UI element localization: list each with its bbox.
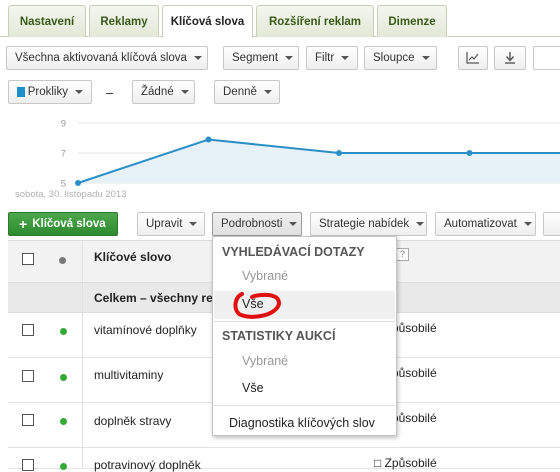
plus-icon: + [19,216,28,232]
chevron-down-icon [523,222,532,226]
period-dropdown[interactable]: Denně [214,80,280,104]
row-checkbox[interactable] [22,459,34,471]
chevron-down-icon [193,56,202,60]
auction-stats-header: STATISTIKY AUKCÍ [222,329,336,343]
status-header-icon [59,257,66,264]
columns-dropdown[interactable]: Sloupce [364,46,437,70]
add-keyword-button[interactable]: + Klíčová slova [8,212,118,236]
tab-keywords[interactable]: Klíčová slova [162,5,253,38]
bid-strategy-dropdown[interactable]: Strategie nabídek [310,212,427,236]
total-label: Celkem – všechny re [94,291,213,305]
keyword-cell[interactable]: multivitaminy [94,368,163,382]
metric-separator: – [106,85,114,100]
menu-divider [214,405,395,406]
column-divider [82,448,83,468]
edit-label: Upravit [146,218,183,230]
search-queries-selected-item[interactable]: Vybrané [242,269,288,283]
chevron-down-icon [75,90,83,94]
filter-label: Filtr [315,52,335,64]
row-checkbox[interactable] [22,414,34,426]
keyword-filter-label: Všechna aktivovaná klíčová slova [15,52,187,64]
enabled-status-icon[interactable] [60,374,67,381]
search-input[interactable] [533,46,560,70]
data-point [205,136,212,143]
keyword-diagnostics-item[interactable]: Diagnostika klíčových slov [229,416,375,430]
search-queries-header: VYHLEDÁVACÍ DOTAZY [222,245,365,259]
y-tick-label: 9 [61,119,66,130]
columns-label: Sloupce [373,52,415,64]
enabled-status-icon[interactable] [60,418,67,425]
column-divider [82,313,83,357]
segment-label: Segment [232,52,279,64]
select-all-checkbox[interactable] [22,253,34,265]
tab-dimensions[interactable]: Dimenze [377,5,447,37]
line-chart-icon [466,52,479,64]
row-checkbox[interactable] [22,370,34,382]
chevron-down-icon [263,90,272,94]
tab-bar: Nastavení Reklamy Klíčová slova Rozšířen… [0,0,560,38]
details-label: Podrobnosti [221,218,283,230]
auction-stats-selected-item[interactable]: Vybrané [242,354,288,368]
red-annotation-circle [233,292,281,319]
segment-dropdown[interactable]: Segment [223,46,299,70]
period-label: Denně [223,86,257,98]
metric2-label: Žádné [141,86,174,98]
chevron-down-icon [289,222,298,226]
keyword-cell[interactable]: doplněk stravy [94,414,171,428]
data-point [466,150,473,156]
details-menu: VYHLEDÁVACÍ DOTAZY Vybrané Vše STATISTIK… [212,236,397,436]
automate-dropdown[interactable]: Automatizovat [435,212,536,236]
y-tick-label: 7 [61,149,66,160]
column-divider [82,358,83,402]
row-checkbox[interactable] [22,324,34,336]
tab-settings[interactable]: Nastavení [8,5,86,37]
chevron-down-icon [416,222,425,226]
status-text: Způsobilé [384,456,437,470]
chevron-down-icon [341,56,350,60]
table-row: potravinový doplněk □ Způsobilé [8,448,560,472]
download-button[interactable] [494,46,526,70]
chart-date-label: sobota, 30. listopadu 2013 [15,189,126,200]
keyword-cell[interactable]: potravinový doplněk [94,458,201,472]
tab-ads[interactable]: Reklamy [89,5,159,37]
chevron-down-icon [421,56,430,60]
enabled-status-icon[interactable] [60,328,67,335]
auction-stats-all-item[interactable]: Vše [242,381,264,395]
y-tick-label: 5 [61,179,66,190]
add-keyword-label: Klíčová slova [32,218,106,230]
tab-ad-extensions[interactable]: Rozšíření reklam [256,5,374,37]
edit-dropdown[interactable]: Upravit [137,212,205,236]
menu-divider [214,321,395,322]
clicks-chart: 9 7 5 sobota, 30. listopadu 2013 [15,119,560,200]
details-dropdown[interactable]: Podrobnosti [212,212,302,236]
data-point [336,150,342,156]
automate-label: Automatizovat [444,218,517,230]
chart-toggle-button[interactable] [458,46,488,70]
chevron-down-icon [189,222,198,226]
chevron-down-icon [180,90,189,94]
status-cell: □ Způsobilé [374,456,437,470]
chevron-down-icon [285,56,294,60]
keyword-column-header[interactable]: Klíčové slovo [94,250,171,264]
more-actions-button[interactable] [543,212,560,236]
keyword-filter-dropdown[interactable]: Všechna aktivovaná klíčová slova [6,46,208,70]
series-color-swatch [17,87,25,97]
bid-strategy-label: Strategie nabídek [319,218,410,230]
download-icon [505,52,515,64]
metric1-label: Prokliky [27,86,68,98]
metric2-dropdown[interactable]: Žádné [132,80,195,104]
speech-bubble-icon: □ [374,456,382,470]
filter-dropdown[interactable]: Filtr [306,46,358,70]
series-area [78,139,560,183]
help-icon[interactable]: ? [396,248,409,261]
keyword-cell[interactable]: vitamínové doplňky [94,323,197,337]
column-divider [82,283,83,312]
column-divider [82,403,83,447]
column-divider [82,241,83,282]
data-point [75,180,81,186]
metric1-dropdown[interactable]: Prokliky [8,80,92,104]
